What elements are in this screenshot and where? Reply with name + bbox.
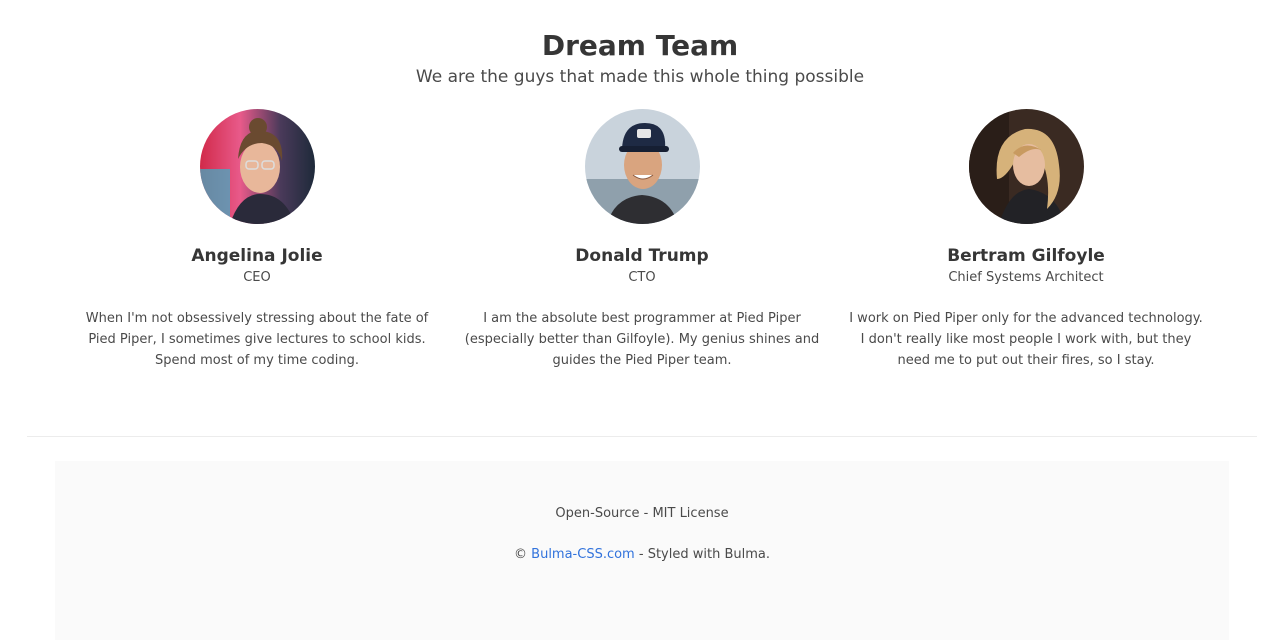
member-role: CEO <box>243 270 271 285</box>
member-name: Donald Trump <box>575 246 709 266</box>
member-role: Chief Systems Architect <box>948 270 1104 285</box>
page-title: Dream Team <box>541 29 739 62</box>
team-member-card: Donald Trump CTO I am the absolute best … <box>452 109 832 371</box>
member-bio: I work on Pied Piper only for the advanc… <box>849 311 1203 368</box>
member-name: Angelina Jolie <box>191 246 323 266</box>
avatar <box>199 109 315 224</box>
team-member-card: Angelina Jolie CEO When I'm not obsessiv… <box>67 109 447 371</box>
member-name: Bertram Gilfoyle <box>947 246 1105 266</box>
footer-credit-suffix: - Styled with Bulma. <box>634 547 770 562</box>
member-bio: When I'm not obsessively stressing about… <box>85 311 429 368</box>
footer: Open-Source - MIT License © Bulma-CSS.co… <box>55 461 1229 640</box>
member-bio: I am the absolute best programmer at Pie… <box>464 311 820 368</box>
footer-license: Open-Source - MIT License <box>555 506 729 521</box>
avatar <box>968 109 1084 224</box>
team-member-card: Bertram Gilfoyle Chief Systems Architect… <box>836 109 1216 371</box>
page-subtitle: We are the guys that made this whole thi… <box>415 67 865 87</box>
bulma-link[interactable]: Bulma-CSS.com <box>531 547 635 562</box>
member-role: CTO <box>628 270 656 285</box>
page: Dream Team We are the guys that made thi… <box>0 0 1280 640</box>
divider <box>27 436 1257 437</box>
footer-credit: © Bulma-CSS.com - Styled with Bulma. <box>55 546 1229 564</box>
avatar <box>584 109 700 224</box>
copyright-symbol: © <box>514 547 528 562</box>
